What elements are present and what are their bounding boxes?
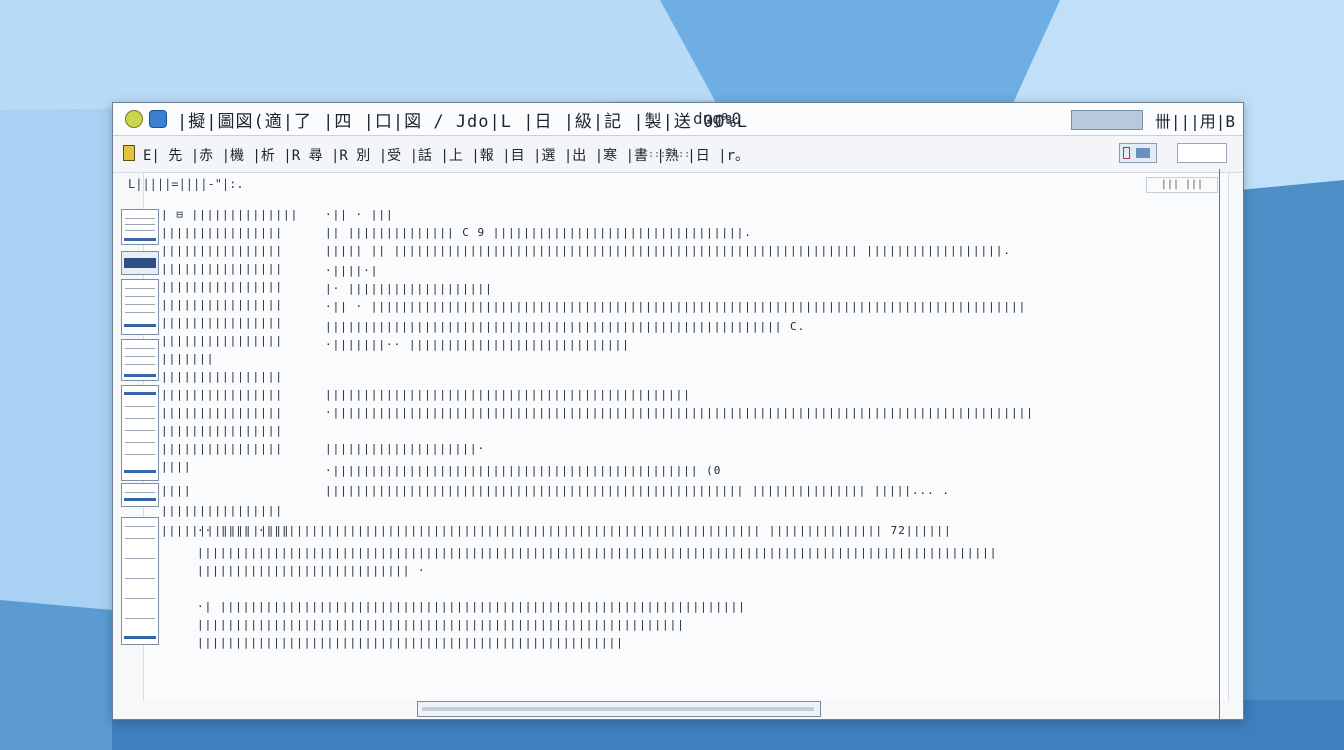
app-logo-icon xyxy=(125,110,143,128)
text-line: ||||||||||||||||||||||||||||||||||||||||… xyxy=(197,618,685,631)
page-thumbnail[interactable] xyxy=(121,251,159,275)
window-subtitle: dug%0 xyxy=(693,109,742,128)
folder-icon xyxy=(123,145,135,161)
text-line: |||||||||||||||||||||||||||| · xyxy=(197,564,426,577)
app-window: |擬|圖図(適|了 |四 |口|図 / Jdo|L |日 |級|記 |製|送 0… xyxy=(112,102,1244,720)
text-line: |||||||||||||||| xyxy=(161,504,283,517)
text-line: ·|||||||||||||||||||||||||||||||||||||||… xyxy=(325,406,1034,419)
text-line: ||||||||||||||||||||||||||||||||||||||||… xyxy=(325,484,951,497)
text-line: ·|| · ||||||||||||||||||||||||||||||||||… xyxy=(325,300,1027,313)
text-line: |||||||||||||||| xyxy=(161,406,283,419)
address-toolbar: E| 先 |赤 |機 |析 |R 尋 |R 別 |受 |話 |上 |報 |目 |… xyxy=(113,136,1243,173)
title-bar: |擬|圖図(適|了 |四 |口|図 / Jdo|L |日 |級|記 |製|送 0… xyxy=(113,103,1243,136)
scrollbar-thumb[interactable] xyxy=(422,707,814,711)
text-line: |||||||||||||||| xyxy=(161,334,283,347)
window-controls: 卌|||用|B xyxy=(1070,108,1235,132)
text-line: |||||||||||||||| xyxy=(161,388,283,401)
text-line: |||||||||||||||| xyxy=(161,244,283,257)
text-line: |||||||||||||||| xyxy=(161,226,283,239)
text-line: || |||||||||||||| C 9 ||||||||||||||||||… xyxy=(325,226,752,239)
text-line: ||||||| xyxy=(161,352,215,365)
text-line: |||||||||||||||| xyxy=(161,424,283,437)
text-line: ·|| · ||| xyxy=(325,208,394,221)
window-menu-text[interactable]: 卌|||用|B xyxy=(1155,108,1235,132)
text-line: |||||||||||||||| xyxy=(161,316,283,329)
text-line: ·| |||||||||||||||||||||||||||||||||||||… xyxy=(197,600,746,613)
text-line: ||||| || |||||||||||||||||||||||||||||||… xyxy=(325,244,1012,257)
text-line: ||||||||||||||||||||· xyxy=(325,442,486,455)
text-line: ·||||·| xyxy=(325,264,379,277)
window-title: |擬|圖図(適|了 |四 |口|図 / Jdo|L |日 |級|記 |製|送 0… xyxy=(177,111,749,132)
text-line: |||||||||||||||| xyxy=(161,298,283,311)
path-extra: ::: ::: xyxy=(648,149,691,160)
content-tools[interactable]: ||| ||| xyxy=(1146,177,1218,193)
text-line: |||| xyxy=(161,460,192,473)
home-icon[interactable] xyxy=(149,110,167,128)
page-thumbnail[interactable] xyxy=(121,517,159,645)
text-line: |||||||||||||||| xyxy=(161,442,283,455)
text-line: ·|||||||||||||||||||||||||||||||||||||||… xyxy=(325,464,722,477)
text-line: ·|||||||·· ||||||||||||||||||||||||||||| xyxy=(325,338,630,351)
content-header: L|||||=||||-"|:. xyxy=(128,177,244,191)
text-line: | ⊟ |||||||||||||| xyxy=(161,208,299,221)
text-line: ||||||||||||||||||||||||||||||||||||||||… xyxy=(325,320,806,333)
vertical-scrollbar[interactable] xyxy=(1219,169,1228,719)
page-thumbnail[interactable] xyxy=(121,339,159,381)
text-line: ||||||||||||||||||||||||||||||||||||||||… xyxy=(197,636,624,649)
page-thumbnail[interactable] xyxy=(121,209,159,245)
text-line: |· ||||||||||||||||||| xyxy=(325,282,493,295)
text-line: |||||||||||||||| xyxy=(161,280,283,293)
text-line: ||||||||||||||||||||||||||||||||||||||||… xyxy=(197,546,998,559)
text-line: |||||||||||||||| xyxy=(161,370,283,383)
page-thumbnail[interactable] xyxy=(121,483,159,507)
search-input[interactable] xyxy=(1177,143,1227,163)
window-mode-button[interactable] xyxy=(1070,110,1143,130)
page-thumbnail[interactable] xyxy=(121,385,159,481)
horizontal-scrollbar[interactable] xyxy=(417,701,821,717)
view-toggle-button[interactable] xyxy=(1119,143,1157,163)
text-line: ||||||||||||||||||||||||||||||||||||||||… xyxy=(325,388,691,401)
text-line: |||||||||||||||| xyxy=(161,262,283,275)
page-thumbnail[interactable] xyxy=(121,279,159,335)
text-line: ·· |||| ·|||||||||||||||||||||||||||||||… xyxy=(197,524,952,537)
text-line: |||| xyxy=(161,484,192,497)
